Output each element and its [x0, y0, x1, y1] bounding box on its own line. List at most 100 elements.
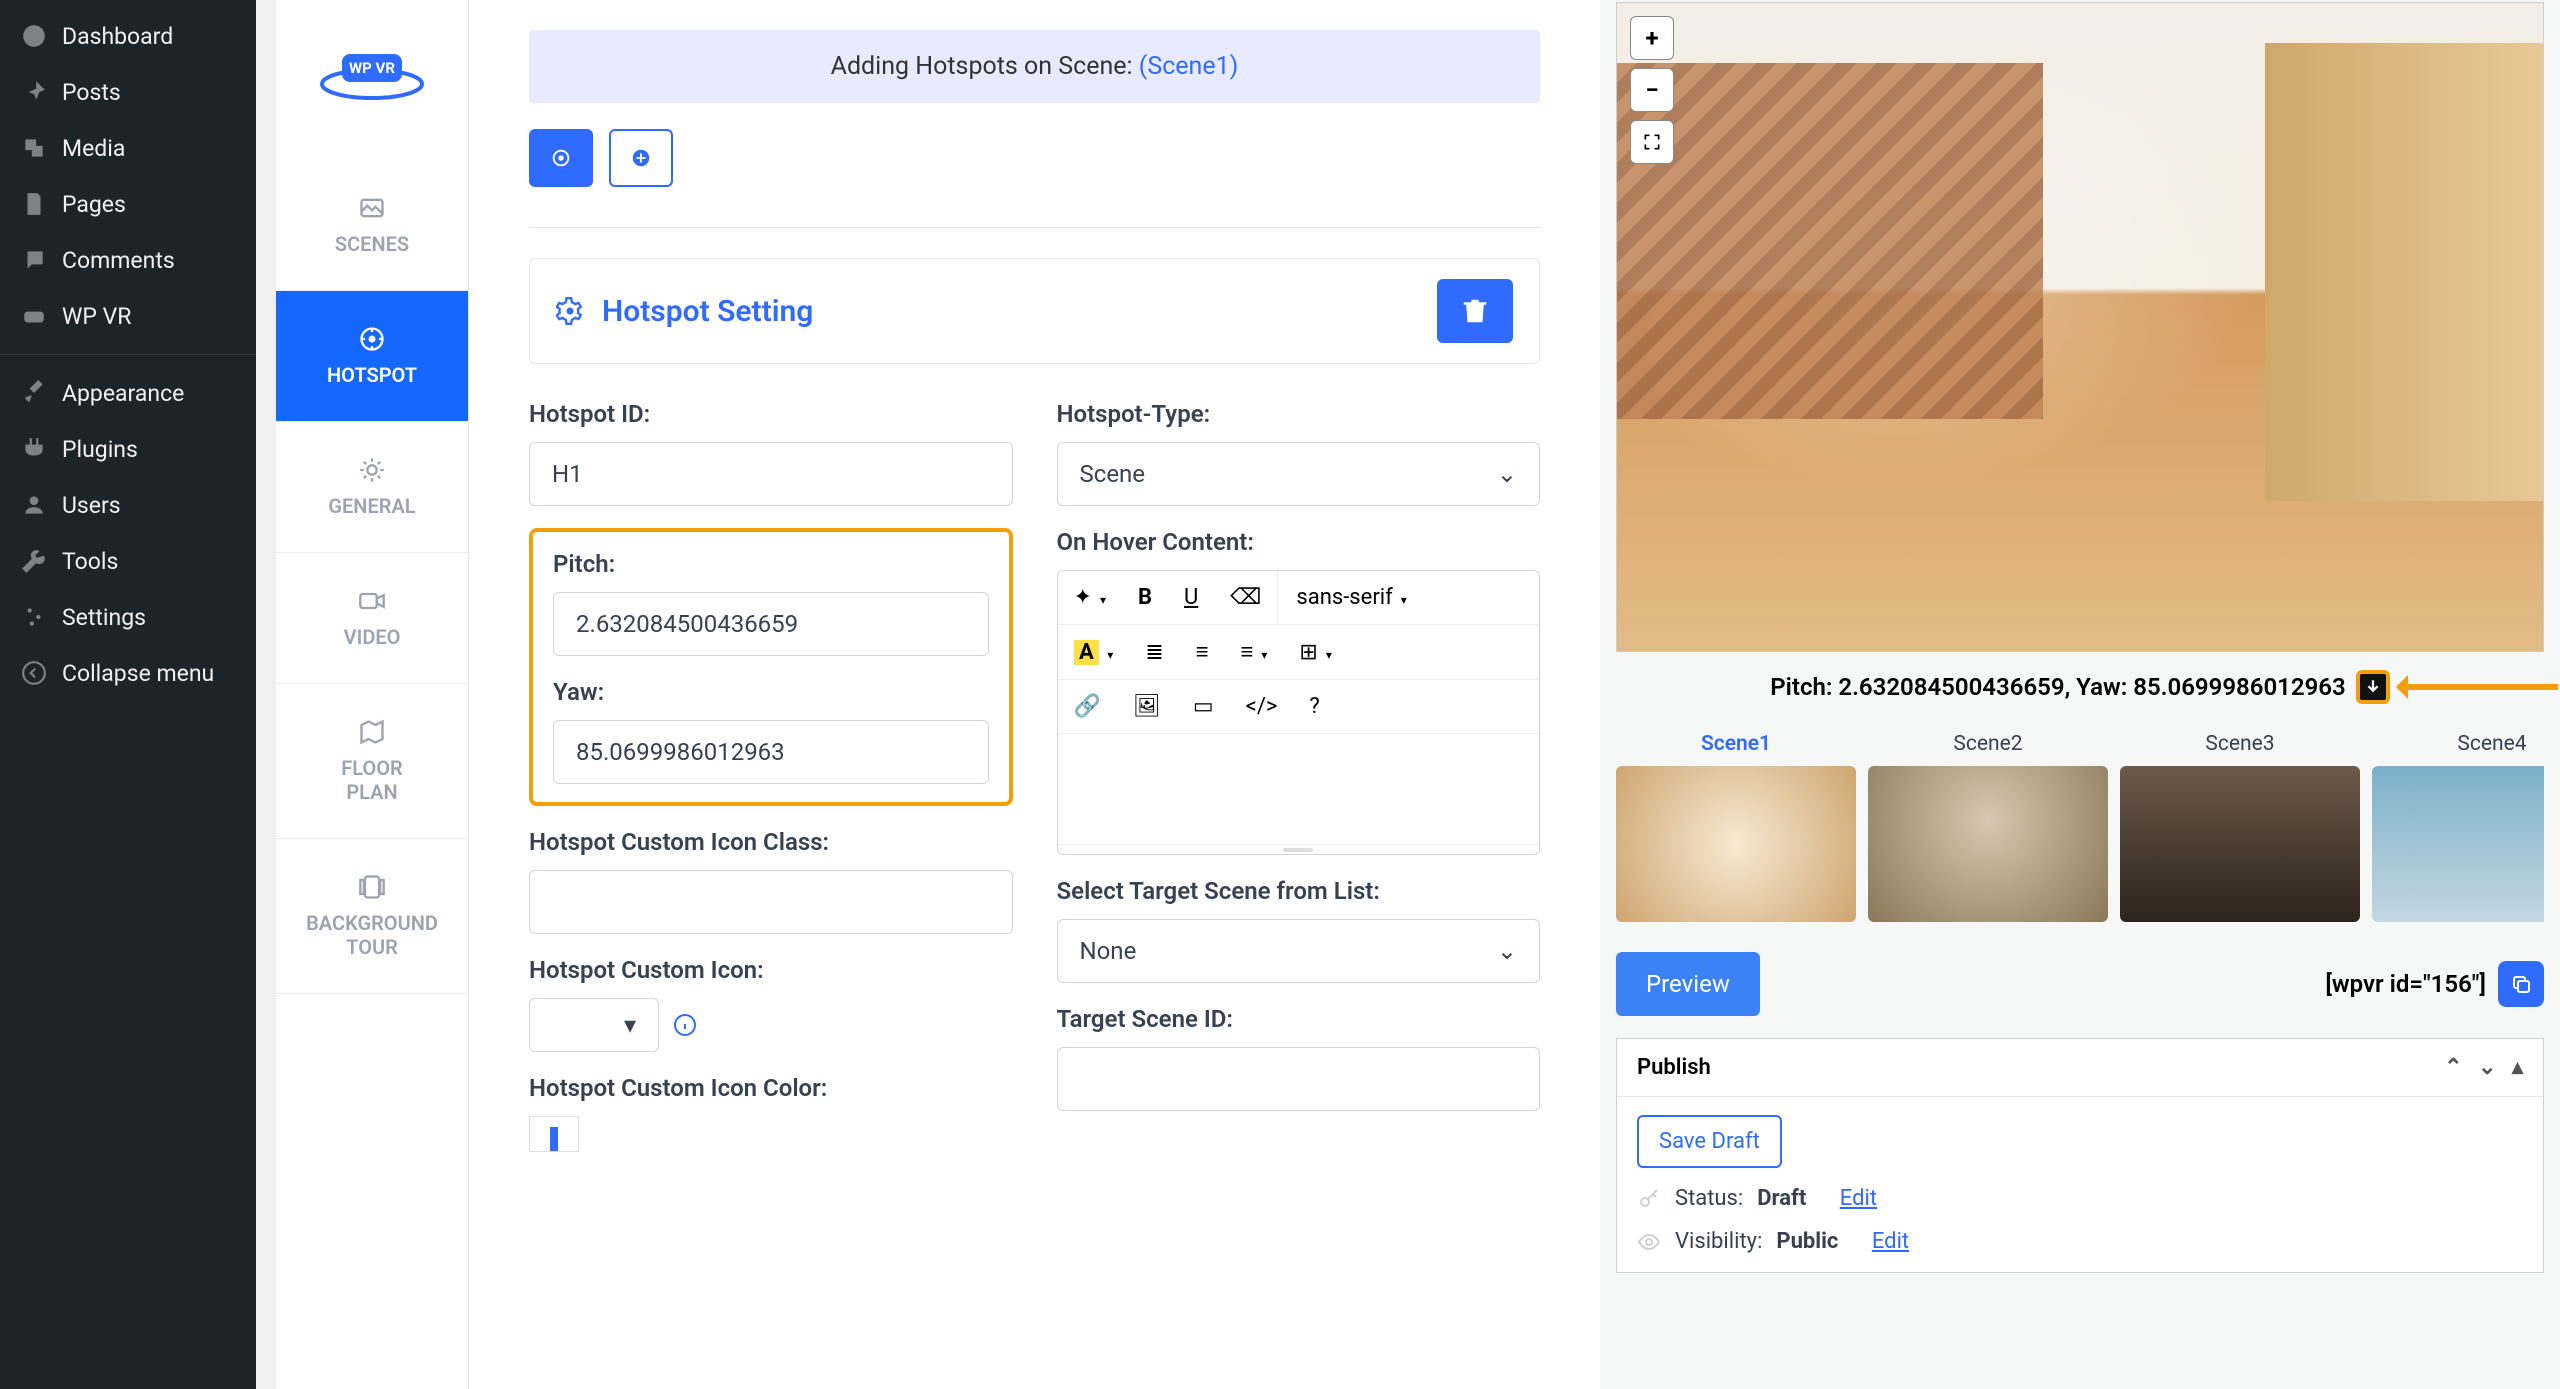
menu-label: Posts — [62, 79, 121, 106]
rte-content[interactable] — [1058, 734, 1540, 844]
rte-bold-button[interactable]: B — [1122, 571, 1168, 624]
dashboard-icon — [20, 22, 48, 50]
target-id-label: Target Scene ID: — [1057, 1005, 1541, 1033]
current-hotspot-chip[interactable] — [529, 129, 593, 187]
rte-image-button[interactable]: 🖼 — [1117, 680, 1177, 733]
delete-hotspot-button[interactable] — [1437, 279, 1513, 343]
menu-settings[interactable]: Settings — [0, 589, 256, 645]
publish-box: Publish ⌃ ⌄ ▴ Save Draft Status: Draft E… — [1616, 1038, 2544, 1273]
rte-code-button[interactable]: </> — [1230, 680, 1294, 733]
vertical-tabs: WP VR SCENES HOTSPOT GENERAL VIDEO FLOOR… — [276, 0, 469, 1389]
banner-prefix: Adding Hotspots on Scene: — [831, 52, 1139, 81]
menu-tools[interactable]: Tools — [0, 533, 256, 589]
menu-media[interactable]: Media — [0, 120, 256, 176]
scene-thumbnails: Scene1 Scene2 Scene3 Scene4 — [1616, 722, 2544, 922]
icon-color-swatch[interactable] — [529, 1116, 579, 1152]
pitch-input[interactable] — [553, 592, 989, 656]
publish-up-button[interactable]: ⌃ — [2444, 1055, 2462, 1080]
scene-thumb-3[interactable]: Scene3 — [2120, 722, 2360, 922]
target-scene-select[interactable]: None⌄ — [1057, 919, 1541, 983]
hotspot-type-select[interactable]: Scene⌄ — [1057, 442, 1541, 506]
publish-down-button[interactable]: ⌄ — [2478, 1055, 2496, 1080]
rte-ol-button[interactable]: ≡ — [1180, 625, 1225, 679]
menu-label: Users — [62, 492, 121, 519]
rte-magic-button[interactable]: ✦ — [1058, 571, 1122, 624]
menu-wpvr[interactable]: WP VR — [0, 288, 256, 344]
fullscreen-button[interactable] — [1630, 120, 1674, 164]
menu-label: Dashboard — [62, 23, 173, 50]
rte-font-select[interactable]: sans-serif — [1277, 571, 1424, 624]
tab-floorplan[interactable]: FLOORPLAN — [276, 684, 468, 839]
plug-icon — [20, 435, 48, 463]
tab-video[interactable]: VIDEO — [276, 553, 468, 684]
rte-ul-button[interactable]: ≣ — [1129, 626, 1179, 679]
menu-appearance[interactable]: Appearance — [0, 365, 256, 421]
tab-scenes[interactable]: SCENES — [276, 160, 468, 291]
icon-class-input[interactable] — [529, 870, 1013, 934]
menu-pages[interactable]: Pages — [0, 176, 256, 232]
tab-hotspot[interactable]: HOTSPOT — [276, 291, 468, 422]
visibility-label: Visibility: — [1675, 1229, 1762, 1254]
tab-label: BACKGROUNDTOUR — [306, 911, 438, 959]
page-icon — [20, 190, 48, 218]
zoom-out-button[interactable]: − — [1630, 68, 1674, 112]
chevron-left-icon — [20, 659, 48, 687]
panorama-viewer[interactable] — [1616, 2, 2544, 652]
vr-icon — [20, 302, 48, 330]
gear-icon — [556, 297, 584, 325]
add-hotspot-chip[interactable] — [609, 129, 673, 187]
tab-label: SCENES — [335, 232, 409, 256]
pitch-label: Pitch: — [553, 550, 989, 578]
scene-thumb-1[interactable]: Scene1 — [1616, 722, 1856, 922]
divider — [529, 227, 1540, 228]
status-value: Draft — [1757, 1186, 1806, 1211]
rte-table-button[interactable]: ⊞ — [1283, 626, 1347, 679]
wpvr-logo: WP VR — [276, 0, 468, 160]
rte-erase-button[interactable]: ⌫ — [1214, 571, 1277, 624]
shortcode-text: [wpvr id="156"] — [2325, 970, 2486, 998]
menu-comments[interactable]: Comments — [0, 232, 256, 288]
target-id-input[interactable] — [1057, 1047, 1541, 1111]
edit-visibility-link[interactable]: Edit — [1872, 1229, 1909, 1254]
copy-shortcode-button[interactable] — [2498, 961, 2544, 1007]
rte-underline-button[interactable]: U — [1168, 571, 1214, 624]
banner-scene-link[interactable]: (Scene1) — [1139, 52, 1239, 81]
tab-general[interactable]: GENERAL — [276, 422, 468, 553]
zoom-in-button[interactable]: + — [1630, 16, 1674, 60]
pin-icon — [20, 78, 48, 106]
menu-posts[interactable]: Posts — [0, 64, 256, 120]
tab-bgtour[interactable]: BACKGROUNDTOUR — [276, 839, 468, 994]
menu-dashboard[interactable]: Dashboard — [0, 8, 256, 64]
wp-admin-sidebar: Dashboard Posts Media Pages Comments WP … — [0, 0, 256, 1389]
rte-resize-handle[interactable] — [1058, 844, 1540, 854]
scene-thumb-2[interactable]: Scene2 — [1868, 722, 2108, 922]
brush-icon — [20, 379, 48, 407]
preview-button[interactable]: Preview — [1616, 952, 1760, 1016]
panel-title: Hotspot Setting — [602, 294, 813, 329]
info-icon[interactable] — [673, 1013, 697, 1037]
preview-pane: + − Pitch: 2.632084500436659, Yaw: 85.06… — [1600, 0, 2560, 1389]
rte-help-button[interactable]: ? — [1293, 680, 1335, 733]
rte-link-button[interactable]: 🔗 — [1058, 680, 1117, 733]
sliders-icon — [20, 603, 48, 631]
edit-status-link[interactable]: Edit — [1840, 1186, 1877, 1211]
menu-users[interactable]: Users — [0, 477, 256, 533]
select-value: Scene — [1080, 460, 1146, 488]
hotspot-id-input[interactable] — [529, 442, 1013, 506]
publish-toggle-button[interactable]: ▴ — [2512, 1055, 2523, 1080]
select-value: None — [1080, 937, 1137, 965]
yaw-input[interactable] — [553, 720, 989, 784]
icon-class-label: Hotspot Custom Icon Class: — [529, 828, 1013, 856]
menu-collapse[interactable]: Collapse menu — [0, 645, 256, 701]
rte-video-button[interactable]: ▭ — [1177, 680, 1230, 733]
save-draft-button[interactable]: Save Draft — [1637, 1115, 1782, 1168]
thumb-image — [1616, 766, 1856, 922]
rte-align-button[interactable]: ≡ — [1225, 625, 1284, 679]
rte-highlight-button[interactable]: A — [1058, 626, 1130, 679]
menu-label: Plugins — [62, 436, 138, 463]
menu-plugins[interactable]: Plugins — [0, 421, 256, 477]
scene-thumb-4[interactable]: Scene4 — [2372, 722, 2544, 922]
tab-label: GENERAL — [328, 494, 415, 518]
icon-dropdown[interactable]: ▾ — [529, 998, 659, 1052]
svg-text:WP VR: WP VR — [349, 59, 395, 77]
